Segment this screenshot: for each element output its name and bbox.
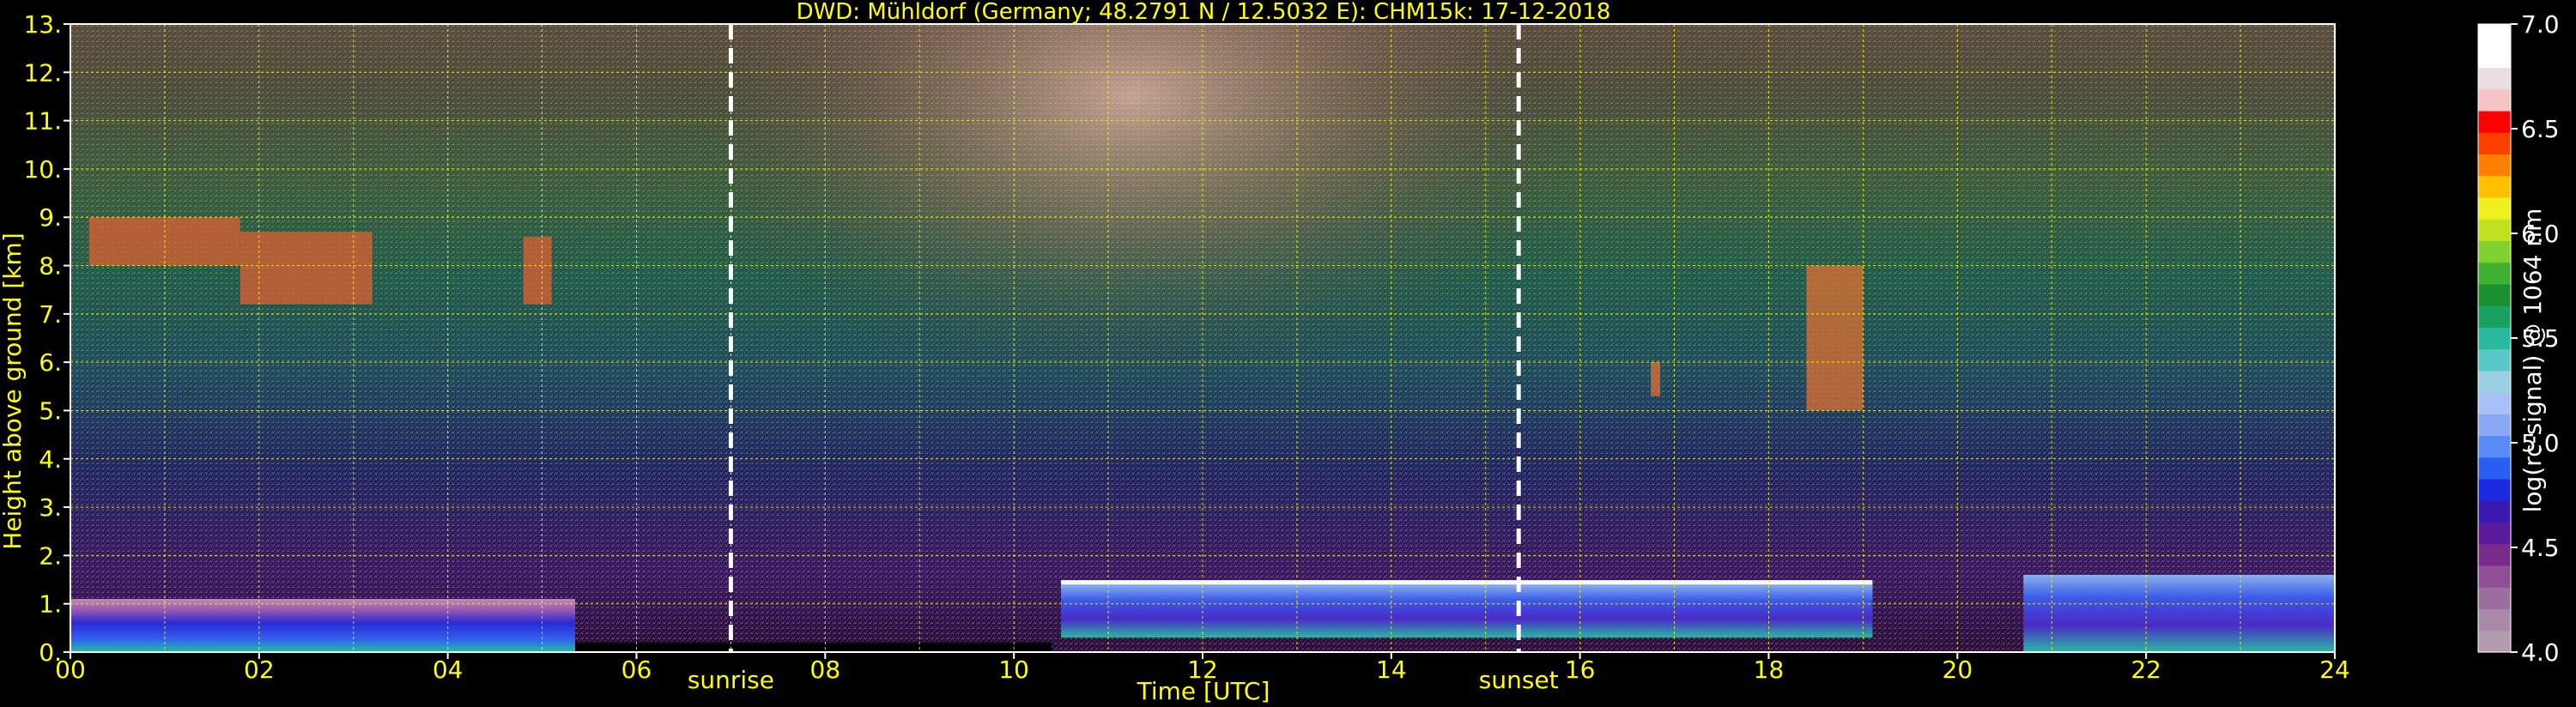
x-tick-label: 18 — [1754, 656, 1785, 684]
low-signal-gap-mark — [575, 642, 1052, 652]
mid-cloud-mark — [1806, 265, 1864, 411]
x-tick-label: 22 — [2131, 656, 2161, 684]
y-tick-label: 6. — [39, 348, 62, 377]
y-tick-label: 2. — [39, 541, 62, 570]
colorbar-segment — [2478, 24, 2511, 46]
colorbar-segment — [2478, 500, 2511, 523]
colorbar-segment — [2478, 565, 2511, 588]
colorbar-segment — [2478, 370, 2511, 393]
colorbar-segment — [2478, 154, 2511, 177]
sunrise-label: sunrise — [688, 666, 774, 694]
colorbar-segment — [2478, 110, 2511, 133]
colorbar-segment — [2478, 132, 2511, 155]
y-tick-label: 12. — [23, 58, 62, 87]
boundary-layer-mark — [70, 599, 576, 652]
x-tick-label: 10 — [998, 656, 1029, 684]
colorbar-segment — [2478, 587, 2511, 610]
colorbar-segment — [2478, 175, 2511, 198]
colorbar-segment — [2478, 543, 2511, 566]
colorbar-segment — [2478, 196, 2511, 220]
colorbar-segment — [2478, 522, 2511, 545]
colorbar-segment — [2478, 327, 2511, 350]
colorbar-tick-label: 4.5 — [2521, 534, 2560, 562]
colorbar-segment — [2478, 630, 2511, 653]
sunset-label: sunset — [1479, 666, 1559, 694]
colorbar-segment — [2478, 88, 2511, 112]
x-tick-label: 06 — [621, 656, 652, 684]
colorbar-segment — [2478, 414, 2511, 437]
y-tick-label: 0. — [39, 638, 62, 667]
colorbar-segment — [2478, 392, 2511, 414]
x-tick-label: 14 — [1376, 656, 1407, 684]
y-tick-label: 7. — [39, 300, 62, 329]
colorbar-segment — [2478, 67, 2511, 90]
chart-title: DWD: Mühldorf (Germany; 48.2791 N / 12.5… — [797, 0, 1611, 25]
high-cloud-mark — [523, 236, 552, 305]
colorbar-tick-label: 7.0 — [2521, 10, 2560, 39]
high-cloud-mark — [239, 232, 373, 305]
x-tick-label: 16 — [1565, 656, 1596, 684]
y-tick-label: 10. — [23, 155, 62, 184]
x-axis-label: Time [UTC] — [1136, 677, 1270, 705]
x-tick-label: 24 — [2319, 656, 2350, 684]
y-tick-label: 5. — [39, 396, 62, 425]
colorbar-segment — [2478, 456, 2511, 480]
x-tick-label: 04 — [433, 656, 464, 684]
cloud-base-layer-mark — [1061, 584, 1873, 638]
colorbar-segment — [2478, 45, 2511, 69]
colorbar-label: log(rc-signal) @ 1064 nm — [2518, 208, 2547, 513]
y-tick-label: 4. — [39, 445, 62, 474]
mid-cloud-mark — [1651, 362, 1661, 396]
x-tick-label: 20 — [1943, 656, 1973, 684]
colorbar-segment — [2478, 479, 2511, 501]
colorbar-tick-label: 4.0 — [2521, 638, 2560, 667]
y-tick-label: 9. — [39, 203, 62, 232]
colorbar-segment — [2478, 435, 2511, 458]
y-axis-label: Height above ground [km] — [0, 233, 27, 550]
colorbar-segment — [2478, 240, 2511, 263]
colorbar-segment — [2478, 348, 2511, 372]
colorbar-segment — [2478, 262, 2511, 285]
y-tick-label: 11. — [23, 107, 62, 136]
y-tick-label: 13. — [23, 10, 62, 39]
colorbar-segment — [2478, 608, 2511, 631]
x-tick-label: 08 — [810, 656, 841, 684]
colorbar-segment — [2478, 283, 2511, 306]
colorbar-segment — [2478, 219, 2511, 242]
colorbar-tick-label: 6.5 — [2521, 115, 2560, 143]
lidar-chart: sunrise sunset 00 02 04 06 08 10 12 14 16 18 20 22 24… — [0, 0, 2560, 705]
colorbar-segment — [2478, 305, 2511, 328]
evening-bl-mark — [2023, 574, 2335, 652]
y-tick-label: 1. — [39, 590, 62, 619]
y-tick-label: 8. — [39, 252, 62, 281]
y-tick-label: 3. — [39, 493, 62, 522]
x-tick-label: 02 — [244, 656, 275, 684]
